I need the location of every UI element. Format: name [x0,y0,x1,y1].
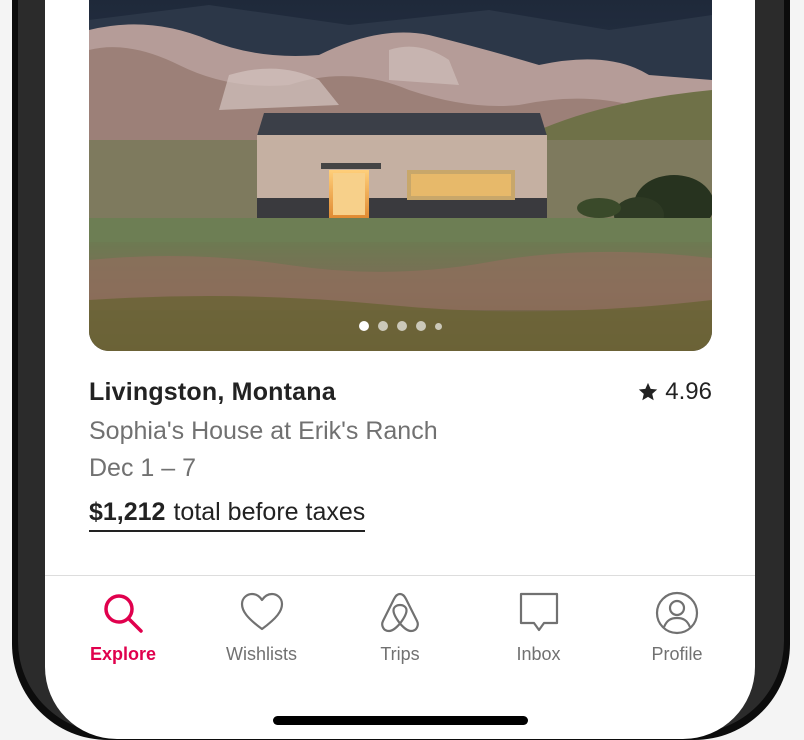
rating-value: 4.96 [665,378,712,405]
tab-trips[interactable]: Trips [340,576,460,675]
tab-explore[interactable]: Explore [63,576,183,675]
listing-details[interactable]: Livingston, Montana 4.96 Sophia's House … [89,374,712,532]
carousel-dot[interactable] [397,321,407,331]
bottom-tab-bar: Explore Wishlists Trips Inbox Profile [45,575,755,675]
app-screen: Livingston, Montana 4.96 Sophia's House … [45,0,755,739]
star-icon [639,382,658,401]
tab-label: Profile [651,644,703,664]
listing-photo[interactable] [89,0,712,351]
photo-carousel-dots[interactable] [89,321,712,331]
tab-wishlists[interactable]: Wishlists [202,576,322,675]
home-indicator[interactable] [273,716,528,725]
tab-inbox[interactable]: Inbox [479,576,599,675]
listing-dates: Dec 1 – 7 [89,454,197,482]
listing-price: $1,212 [89,498,166,526]
carousel-dot[interactable] [378,321,388,331]
listing-title: Sophia's House at Erik's Ranch [89,417,438,445]
carousel-dot[interactable] [359,321,369,331]
user-circle-icon [655,591,699,635]
price-suffix: total before taxes [173,498,366,526]
carousel-dot[interactable] [435,322,442,330]
listing-location: Livingston, Montana [89,377,336,406]
price-link[interactable]: $1,212 total before taxes [89,498,366,532]
tab-label: Explore [89,644,157,664]
tab-label: Wishlists [226,644,297,664]
ranch-house-image [89,0,712,351]
search-icon [104,594,143,633]
tab-label: Inbox [516,644,561,664]
tab-label: Trips [380,644,420,664]
house [257,113,547,218]
airbnb-logo-icon [381,592,419,633]
heart-icon [240,592,283,631]
carousel-dot[interactable] [416,321,426,331]
listing-rating: 4.96 [637,378,712,406]
message-icon [519,592,558,632]
tab-profile[interactable]: Profile [617,576,737,675]
